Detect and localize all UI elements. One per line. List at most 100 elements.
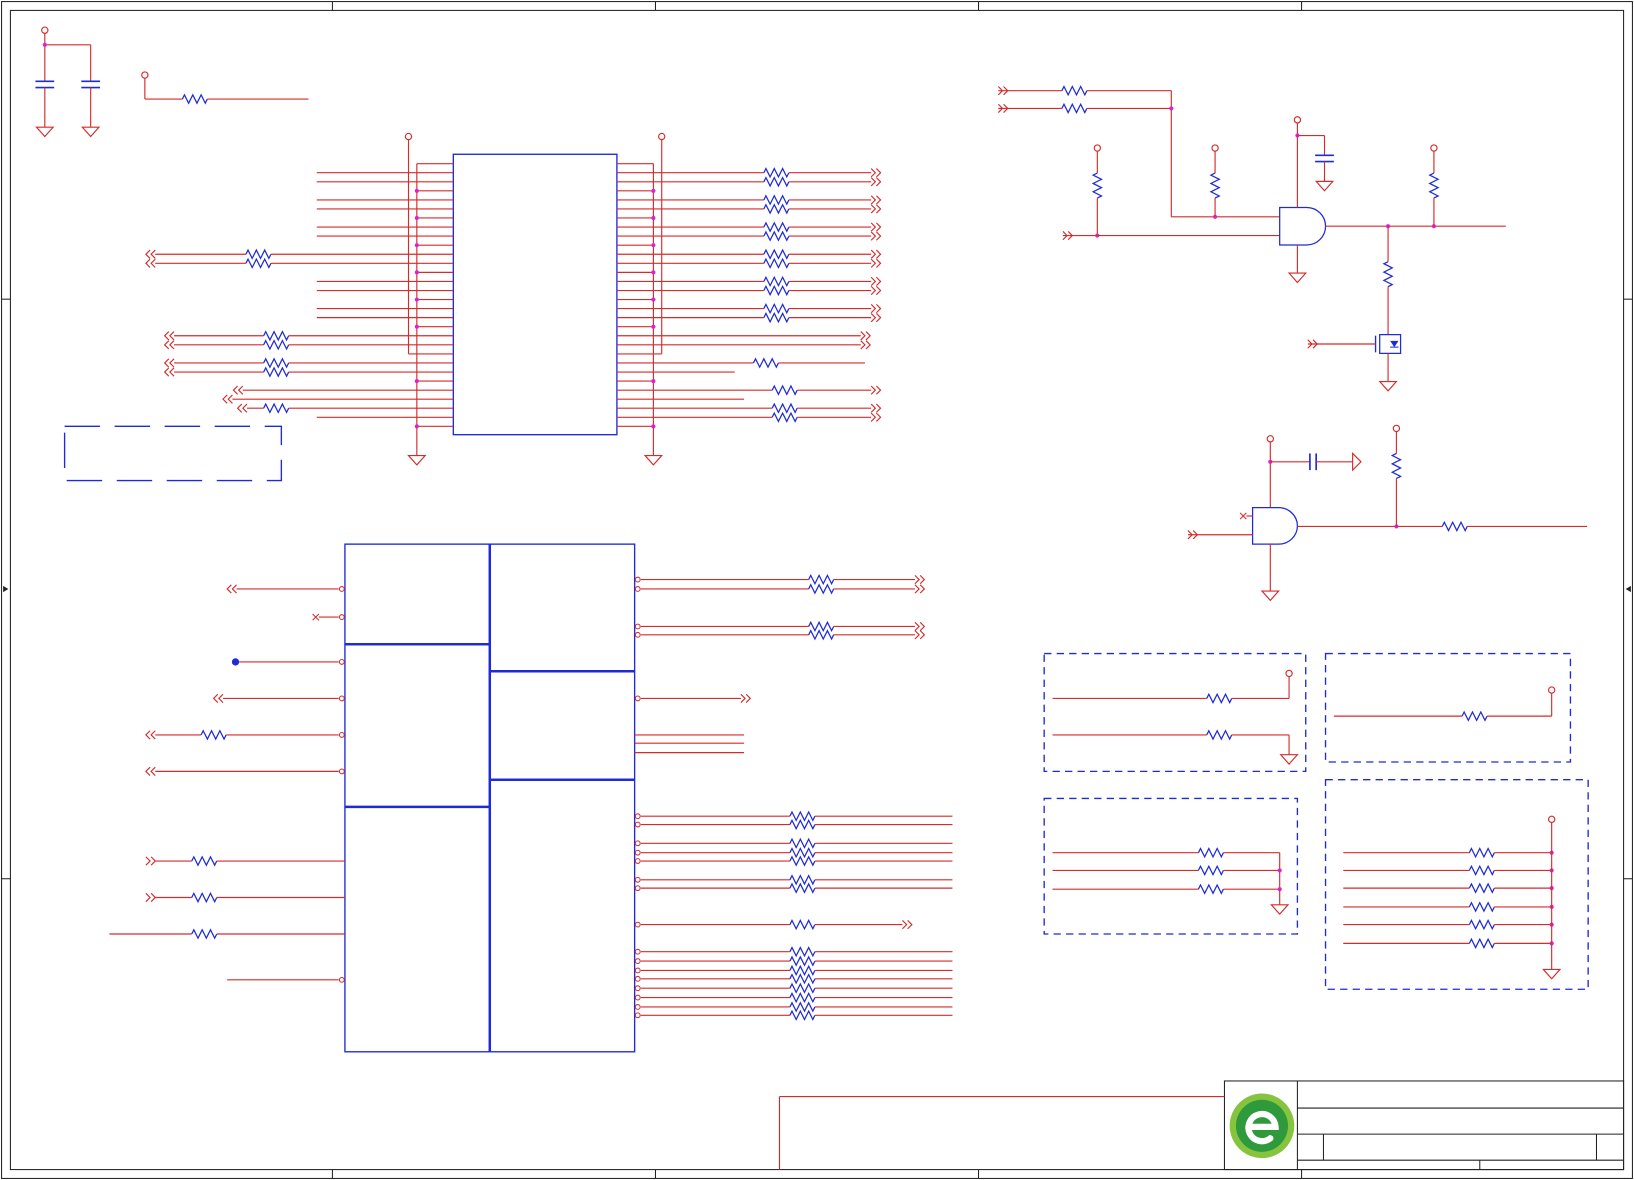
offpage-arrow-icon [145, 856, 157, 866]
offpage-arrow-icon [145, 730, 156, 740]
resistor [789, 973, 816, 985]
pin-terminal [634, 876, 641, 883]
offpage-arrow-icon [163, 367, 175, 377]
ground-symbol [35, 126, 55, 138]
resistor [789, 810, 816, 822]
resistor [771, 411, 798, 423]
pin-terminal [338, 659, 345, 665]
pin-terminal [634, 576, 641, 583]
power-pin [1547, 815, 1556, 824]
power-pin [1430, 144, 1438, 152]
resistor [789, 919, 816, 931]
power-pin [1211, 144, 1219, 152]
power-pin [404, 132, 413, 141]
offpage-arrow-icon [163, 358, 175, 368]
resistor [789, 955, 816, 967]
resistor [763, 248, 790, 260]
resistor [1428, 172, 1440, 199]
resistor [1209, 172, 1221, 199]
resistor [808, 629, 835, 641]
resistor [789, 1001, 816, 1013]
capacitor [1315, 154, 1334, 163]
resistor [789, 874, 816, 886]
pin-terminal [634, 813, 641, 820]
offpage-arrow-icon [870, 168, 882, 178]
offpage-arrow-icon [145, 258, 156, 268]
power-pin [141, 71, 149, 79]
pin-terminal [634, 975, 641, 982]
resistor [771, 384, 798, 396]
offpage-arrow-icon [902, 920, 913, 930]
resistor [1468, 901, 1495, 913]
resistor [789, 946, 816, 958]
resistor [263, 402, 290, 414]
resistor [763, 230, 790, 242]
offpage-arrow-icon [222, 394, 233, 404]
power-pin [1285, 669, 1293, 678]
offpage-arrow-icon [870, 285, 882, 296]
pin-terminal [634, 858, 641, 864]
offpage-arrow-icon [870, 385, 882, 395]
dashed-group-outline [1043, 797, 1299, 935]
resistor [263, 330, 290, 342]
junction-dot [414, 424, 419, 429]
junction-dot [651, 270, 656, 275]
mosfet-body [1379, 333, 1402, 355]
pin-terminal [634, 994, 641, 1001]
resistor [1206, 692, 1233, 704]
resistor [263, 357, 290, 369]
dashed-group-outline [1043, 652, 1307, 773]
resistor [1468, 919, 1495, 931]
junction-dot [1169, 106, 1174, 111]
offpage-arrow-icon [860, 340, 871, 350]
resistor [1390, 452, 1402, 480]
dashed-group-outline [1324, 652, 1572, 763]
junction-dot [414, 297, 419, 302]
resistor [245, 248, 272, 260]
offpage-arrow-icon [145, 892, 157, 903]
resistor [1441, 520, 1468, 532]
power-pin [1547, 686, 1556, 694]
junction-dot [651, 243, 656, 248]
pin-terminal [634, 840, 641, 847]
junction-dot [414, 324, 419, 329]
resistor [200, 729, 227, 741]
resistor [1468, 864, 1495, 876]
and-gate [1279, 206, 1327, 246]
dashed-group-outline [63, 425, 283, 482]
resistor [763, 257, 790, 269]
ground-symbol [407, 454, 427, 466]
and-gate [1251, 507, 1298, 545]
junction-dot [1277, 868, 1282, 873]
offpage-arrow-icon [145, 249, 156, 259]
offpage-arrow-icon [870, 231, 882, 241]
resistor [789, 855, 816, 867]
resistor [789, 847, 816, 859]
pin-terminal [634, 1004, 641, 1010]
resistor [789, 818, 816, 831]
offpage-arrow-icon [870, 258, 882, 268]
resistor [1197, 847, 1224, 859]
offpage-arrow-icon [163, 331, 175, 341]
junction-dot [651, 424, 656, 429]
pin-terminal [634, 921, 641, 928]
pin-terminal [634, 821, 641, 828]
resistor [808, 583, 835, 595]
pin-terminal [634, 885, 641, 892]
junction-dot [651, 379, 656, 384]
ground-symbol [1279, 754, 1299, 765]
zone-arrow-icon [1625, 585, 1631, 593]
pin-terminal [634, 967, 641, 974]
offpage-arrow-icon [870, 195, 882, 205]
junction-dot [651, 297, 656, 302]
junction-dot [414, 379, 419, 384]
resistor [1197, 883, 1224, 895]
ground-symbol [1378, 380, 1398, 392]
ic-top-block [452, 153, 618, 436]
offpage-arrow-icon [212, 693, 224, 703]
ground-symbol [643, 454, 664, 466]
resistor [191, 928, 218, 940]
schematic-sheet [0, 0, 1634, 1180]
resistor [191, 891, 218, 904]
pin-terminal [634, 948, 641, 955]
